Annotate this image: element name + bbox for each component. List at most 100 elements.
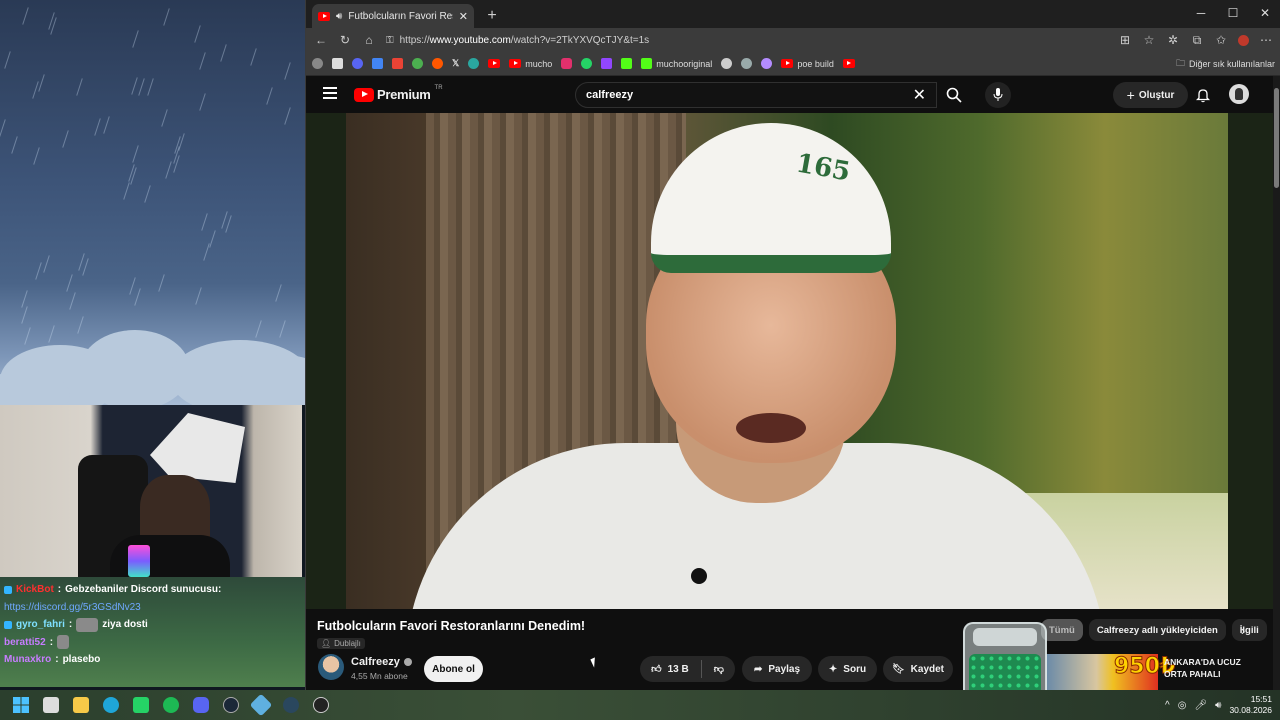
recommended-video-title[interactable]: ANKARA'DA UCUZ ORTA PAHALI <box>1164 656 1244 680</box>
dislike-button[interactable]: 👎︎ <box>714 663 724 675</box>
verified-icon <box>403 658 412 666</box>
gmail-icon[interactable] <box>392 58 403 69</box>
page-scrollbar[interactable] <box>1273 76 1280 690</box>
whatsapp-icon[interactable] <box>581 58 593 69</box>
other-bookmarks-folder[interactable]: 🗀︎ Diğer sık kullanılanlar <box>1176 56 1275 72</box>
search-icon <box>946 87 962 103</box>
chat-link[interactable]: https://discord.gg/5r3GSdNv23 <box>4 602 141 613</box>
sparkle-icon: ✦ <box>828 663 838 675</box>
instagram-icon[interactable] <box>561 58 573 69</box>
bookmarks-bar: 𝕏 mucho muchooriginal poe build 🗀︎ Diğer … <box>306 52 1280 76</box>
youtube-logo-icon <box>354 87 374 102</box>
edge-icon[interactable] <box>96 690 126 720</box>
channel-name[interactable]: Calfreezy <box>351 656 412 668</box>
profile-avatar[interactable] <box>1238 34 1249 46</box>
site-info-icon[interactable]: ⚿ <box>386 35 394 46</box>
youtube-bookmark-icon[interactable] <box>842 59 855 68</box>
bookmark-icon[interactable] <box>741 58 753 69</box>
app-icon[interactable]: ⊞ <box>1118 33 1132 47</box>
tab-youtube[interactable]: 🔊︎ Futbolcuların Favori Restoranları ✕ <box>312 4 474 28</box>
notifications-bell-icon[interactable] <box>1192 84 1214 106</box>
bookmark-icon[interactable] <box>721 58 733 69</box>
back-icon[interactable]: ← <box>314 33 328 47</box>
clear-search-icon[interactable]: ✕ <box>913 85 926 105</box>
video-frame[interactable]: 165 <box>346 113 1228 609</box>
speaker-icon[interactable]: 🔊︎ <box>1215 700 1221 711</box>
task-view-icon[interactable] <box>36 690 66 720</box>
close-tab-icon[interactable]: ✕ <box>459 10 468 23</box>
spotify-icon[interactable] <box>156 690 186 720</box>
save-button[interactable]: 🔖︎ Kaydet <box>883 656 953 682</box>
like-dislike-group: 👍︎ 13 B 👎︎ <box>640 656 735 682</box>
app-icon[interactable] <box>246 690 276 720</box>
share-button[interactable]: ➦ Paylaş <box>742 656 812 682</box>
favorite-star-icon[interactable]: ☆ <box>1142 33 1156 47</box>
mic-icon[interactable]: 🎤︎ <box>1194 700 1207 711</box>
favorites-icon[interactable]: ✩ <box>1214 33 1228 47</box>
steam-icon[interactable] <box>216 690 246 720</box>
windows-start-icon[interactable] <box>6 690 36 720</box>
x-icon[interactable]: 𝕏 <box>452 58 459 69</box>
like-button[interactable]: 👍︎ 13 B <box>651 663 689 676</box>
speaker-icon[interactable]: 🔊︎ <box>336 11 342 22</box>
more-menu-icon[interactable]: ⋯ <box>1259 33 1273 47</box>
chrome-icon[interactable] <box>412 58 423 69</box>
bookmark-poe-build[interactable]: poe build <box>781 59 834 69</box>
bookmark-icon[interactable] <box>312 58 323 69</box>
bookmark-icon[interactable] <box>468 58 480 69</box>
home-icon[interactable]: ⌂ <box>362 33 376 47</box>
bookmark-icon: 🔖︎ <box>891 663 905 675</box>
chat-message: https://discord.gg/5r3GSdNv23 <box>4 599 301 617</box>
obs-icon[interactable] <box>306 690 336 720</box>
bookmark-icon[interactable] <box>332 58 343 69</box>
reddit-icon[interactable] <box>432 58 443 69</box>
discord-icon[interactable] <box>352 58 363 69</box>
plus-icon: + <box>1126 87 1135 103</box>
steam-icon[interactable] <box>276 690 306 720</box>
new-tab-button[interactable]: + <box>480 4 504 28</box>
search-button[interactable] <box>937 82 971 108</box>
extensions-icon[interactable]: ✲ <box>1166 33 1180 47</box>
chip-all[interactable]: Tümü <box>1041 619 1083 641</box>
chat-message: gyro_fahri : ziya dosti <box>4 616 301 634</box>
close-window-button[interactable]: ✕ <box>1249 0 1280 26</box>
chevron-right-icon[interactable]: › <box>1232 619 1254 641</box>
system-tray: ^ ◎ 🎤︎ 🔊︎ 15:51 30.08.2026 <box>1165 690 1272 720</box>
kick-icon[interactable] <box>621 58 633 69</box>
bookmark-muchooriginal[interactable]: muchooriginal <box>641 58 712 69</box>
discord-icon[interactable] <box>186 690 216 720</box>
dub-person-icon: 👤︎ <box>321 639 332 648</box>
account-avatar[interactable] <box>1229 84 1249 104</box>
search-input[interactable]: calfreezy ✕ <box>575 82 937 108</box>
twitch-icon[interactable] <box>601 58 613 69</box>
chip-from-uploader[interactable]: Calfreezy adlı yükleyiciden <box>1088 619 1226 641</box>
hamburger-menu-icon[interactable] <box>323 87 337 99</box>
clock[interactable]: 15:51 30.08.2026 <box>1229 694 1272 716</box>
channel-avatar[interactable] <box>318 654 344 680</box>
youtube-bookmark-icon[interactable] <box>488 59 501 68</box>
maximize-button[interactable]: ☐ <box>1217 0 1249 26</box>
split-screen-icon[interactable]: ⧉ <box>1190 33 1204 48</box>
youtube-premium-logo[interactable]: Premium TR <box>354 85 443 102</box>
voice-search-button[interactable] <box>985 82 1011 108</box>
chat-message: Munaxkro : plasebo <box>4 654 101 666</box>
minimize-button[interactable]: ─ <box>1185 0 1217 26</box>
create-button[interactable]: + Oluştur <box>1113 82 1188 108</box>
thumbs-down-icon: 👎︎ <box>713 664 724 675</box>
file-explorer-icon[interactable] <box>66 690 96 720</box>
sub-badge-icon <box>4 620 12 629</box>
ask-button[interactable]: ✦ Soru <box>818 656 877 682</box>
bookmark-icon[interactable] <box>761 58 773 69</box>
video-info: Futbolcuların Favori Restoranlarını Dene… <box>306 609 1274 690</box>
network-icon[interactable]: ◎ <box>1178 700 1187 711</box>
bookmark-mucho[interactable]: mucho <box>509 59 552 69</box>
whatsapp-icon[interactable] <box>126 690 156 720</box>
video-title: Futbolcuların Favori Restoranlarını Dene… <box>317 619 586 633</box>
chevron-up-icon[interactable]: ^ <box>1165 700 1170 711</box>
translate-icon[interactable] <box>372 58 383 69</box>
subscribe-button[interactable]: Abone ol <box>424 656 483 682</box>
address-bar[interactable]: ⚿ https://www.youtube.com/watch?v=2TkYXV… <box>386 30 1108 50</box>
refresh-icon[interactable]: ↻ <box>338 33 352 47</box>
video-player[interactable]: 165 <box>306 113 1274 609</box>
chat-message: beratti52 : <box>4 634 301 652</box>
